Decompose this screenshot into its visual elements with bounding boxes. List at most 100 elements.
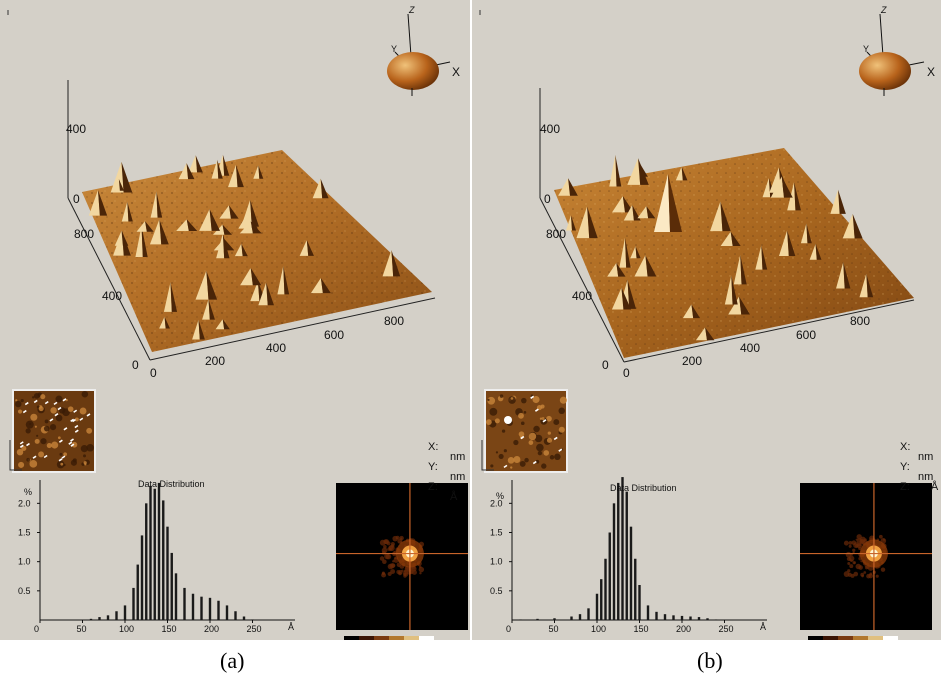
histogram-y-tick-label: 1.5	[490, 528, 503, 538]
histogram-bar	[604, 558, 607, 620]
histogram-bar	[638, 585, 641, 620]
colorbar-tick-label: 20	[868, 639, 878, 640]
colorbar-tick-label: 25	[419, 639, 429, 640]
histogram-bar	[98, 617, 101, 620]
histogram: 2.01.51.00.50 50 100 150 200 250	[490, 477, 767, 634]
histogram-title: Data Distribution	[610, 483, 677, 493]
y-tick-label: 400	[572, 289, 592, 303]
orientation-label: Z	[880, 5, 887, 15]
histogram-bar	[191, 593, 195, 620]
histogram-bar	[617, 482, 620, 620]
histogram-bar	[174, 573, 178, 620]
colorbar-tick-label: 10	[838, 639, 848, 640]
histogram-bar	[629, 526, 633, 620]
histogram-bar	[162, 500, 165, 620]
histogram-bar	[149, 485, 152, 620]
surface-peak	[178, 162, 189, 180]
histogram-bar	[251, 619, 254, 620]
colorbar-tick-label: 0	[808, 639, 813, 640]
histogram-bar	[234, 611, 237, 620]
figure-caption-a: (a)	[220, 648, 245, 673]
y-tick-label: 800	[546, 227, 566, 241]
afm-panel-b: 400 0 800 400 0 0 200 400 600 800 Y Z X …	[472, 0, 941, 640]
histogram-bar	[145, 503, 148, 620]
histogram: 2.01.51.00.50 50 100 150 200 250	[18, 480, 295, 634]
x-tick-label: 800	[384, 314, 404, 328]
histogram-bar	[655, 611, 658, 620]
fft-spectrum: 0 5 10 15 20 25	[336, 483, 468, 640]
histogram-bar	[689, 616, 692, 620]
histogram-bar	[612, 503, 616, 620]
histogram-bar	[646, 605, 650, 620]
histogram-bar	[578, 614, 582, 620]
histogram-bar	[608, 532, 611, 620]
histogram-bar	[672, 615, 675, 620]
histogram-bar	[115, 611, 118, 620]
histogram-bar	[157, 482, 161, 620]
z-zero-label: 0	[73, 192, 80, 206]
x-tick-label: 400	[740, 341, 760, 355]
orientation-label: X	[927, 65, 935, 79]
histogram-x-tick-label: 250	[719, 624, 734, 634]
histogram-x-unit: Å	[760, 622, 766, 632]
histogram-bar	[680, 615, 684, 620]
histogram-bar	[183, 587, 186, 620]
afm-panel-b-graphics: 400 0 800 400 0 0 200 400 600 800 Y Z X …	[479, 5, 935, 640]
histogram-x-tick-label: 150	[634, 624, 649, 634]
colorbar-tick-label: 25	[883, 639, 893, 640]
orientation-label: X	[452, 65, 460, 79]
histogram-bar	[170, 552, 173, 620]
histogram-bar	[697, 617, 701, 620]
histogram-x-tick-label: 0	[506, 624, 511, 634]
orientation-indicator: Y Z X	[387, 5, 460, 96]
surface-peak	[609, 154, 617, 187]
histogram-x-tick-label: 250	[247, 624, 262, 634]
histogram-y-tick-label: 0.5	[490, 586, 503, 596]
histogram-x-tick-label: 200	[204, 624, 219, 634]
y-tick-label: 400	[102, 289, 122, 303]
histogram-y-tick-label: 1.0	[490, 557, 503, 567]
y-tick-label: 0	[602, 358, 609, 372]
histogram-bar	[553, 618, 556, 620]
histogram-bar	[132, 587, 135, 620]
histogram-bar	[166, 526, 169, 620]
histogram-bar	[536, 618, 539, 620]
histogram-y-unit: %	[24, 487, 32, 497]
histogram-bar	[634, 558, 637, 620]
scale-readout: X: nm Y: nm Z: Å	[900, 441, 939, 493]
colorbar-tick-label: 15	[389, 639, 399, 640]
histogram-bar	[663, 614, 667, 620]
colorbar-tick-label: 20	[404, 639, 414, 640]
x-tick-label: 600	[796, 328, 816, 342]
histogram-x-tick-label: 200	[676, 624, 691, 634]
x-tick-label: 0	[623, 366, 630, 380]
histogram-bar	[217, 600, 220, 620]
colorbar-tick-label: 5	[823, 639, 828, 640]
histogram-bar	[208, 597, 212, 620]
histogram-title: Data Distribution	[138, 479, 205, 489]
histogram-x-unit: Å	[288, 622, 294, 632]
histogram-bar	[714, 619, 718, 620]
z-tick-label: 400	[540, 122, 560, 136]
histogram-x-tick-label: 50	[77, 624, 87, 634]
histogram-x-tick-label: 0	[34, 624, 39, 634]
orientation-label: Z	[408, 5, 415, 15]
colorbar-tick-label: 15	[853, 639, 863, 640]
height-thumbnail	[484, 389, 568, 473]
height-thumbnail	[12, 389, 96, 473]
histogram-bar	[595, 593, 599, 620]
y-tick-label: 800	[74, 227, 94, 241]
figure-caption-b: (b)	[697, 648, 723, 673]
histogram-x-tick-label: 150	[162, 624, 177, 634]
histogram-y-tick-label: 0.5	[18, 586, 31, 596]
histogram-bar	[136, 564, 139, 620]
histogram-bar	[587, 608, 590, 620]
colorbar-tick-label: 5	[359, 639, 364, 640]
surface-peak	[558, 178, 571, 196]
histogram-bar	[140, 535, 144, 620]
fft-spectrum: 0 5 10 15 20 25	[800, 483, 932, 640]
histogram-bar	[600, 579, 603, 620]
afm-panel-a-graphics: 400 0 800 400 0 0 200 400 600 800 Y Z X	[7, 5, 468, 640]
orientation-label: Y	[391, 44, 397, 54]
histogram-bar	[106, 615, 110, 620]
